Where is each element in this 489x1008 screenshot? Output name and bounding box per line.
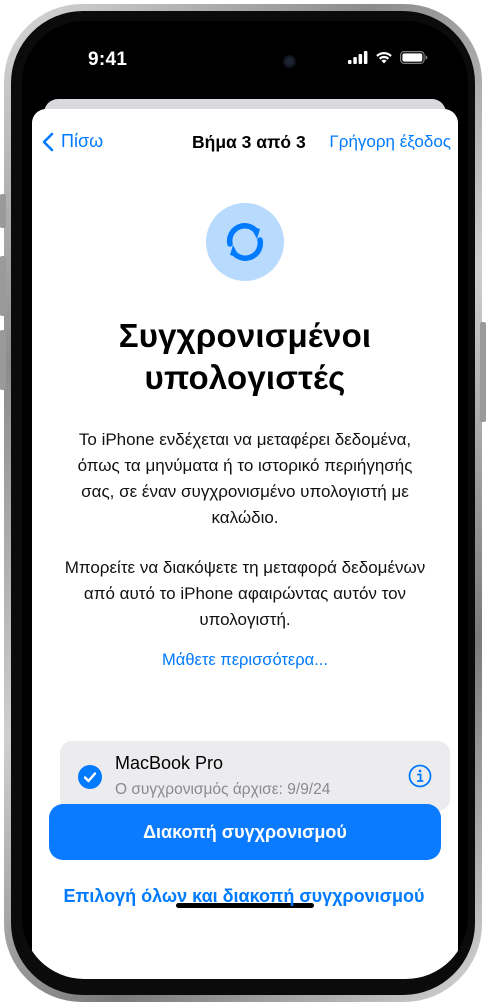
learn-more-link[interactable]: Μάθετε περισσότερα...: [32, 651, 458, 670]
status-icons: [348, 51, 428, 64]
cellular-signal-icon: [348, 51, 368, 64]
sync-arrows-icon: [226, 223, 264, 261]
wifi-icon: [376, 52, 392, 64]
volume-up-button: [0, 256, 6, 316]
volume-down-button: [0, 330, 6, 390]
checkmark-icon[interactable]: [78, 765, 102, 789]
front-camera-icon: [283, 55, 296, 68]
sync-icon-badge: [206, 203, 284, 281]
info-icon[interactable]: [408, 764, 432, 788]
battery-icon: [400, 51, 428, 64]
status-time: 9:41: [88, 49, 128, 70]
navigation-bar: Πίσω Βήμα 3 από 3 Γρήγορη έξοδος: [32, 109, 458, 179]
status-bar: 9:41: [22, 21, 468, 101]
page-title: Συγχρονισμένοι υπολογιστές: [118, 317, 372, 396]
synced-computer-row[interactable]: MacBook Pro Ο συγχρονισμός άρχισε: 9/9/2…: [60, 741, 450, 811]
instruction-paragraph: Μπορείτε να διακόψετε τη μεταφορά δεδομέ…: [64, 558, 426, 629]
select-all-stop-sync-button[interactable]: Επιλογή όλων και διακοπή συγχρονισμού: [60, 884, 428, 908]
step-indicator: Βήμα 3 από 3: [192, 132, 306, 152]
back-label: Πίσω: [61, 131, 104, 151]
quick-exit-button[interactable]: Γρήγορη έξοδος: [329, 132, 451, 152]
computer-name: MacBook Pro: [115, 753, 224, 773]
dynamic-island: [182, 45, 308, 79]
description-paragraph: Το iPhone ενδέχεται να μεταφέρει δεδομέν…: [77, 430, 413, 527]
sync-start-date: Ο συγχρονισμός άρχισε: 9/9/24: [115, 781, 331, 798]
action-button: [0, 194, 6, 228]
back-button[interactable]: Πίσω: [42, 131, 103, 152]
power-button: [480, 322, 486, 422]
stop-sync-button[interactable]: Διακοπή συγχρονισμού: [49, 804, 441, 860]
chevron-left-icon: [42, 132, 54, 151]
